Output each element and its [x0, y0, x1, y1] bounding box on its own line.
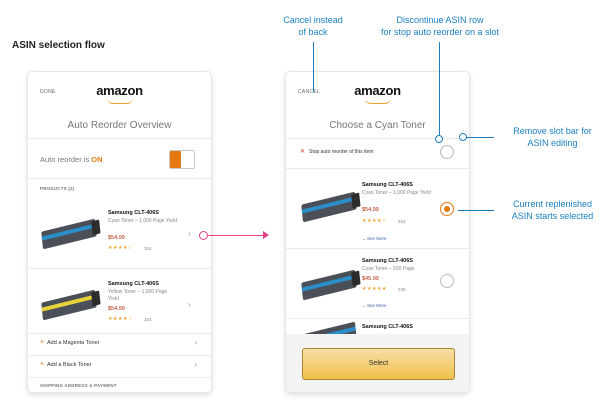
toner-color-band — [41, 223, 96, 241]
stop-auto-reorder-label: Stop auto reorder of this item — [309, 149, 374, 155]
toner-color-band — [301, 196, 356, 214]
option-radio[interactable] — [440, 274, 454, 288]
screen-title: Auto Reorder Overview — [67, 120, 172, 131]
product-description: Yellow Toner – 1,000 Page Yield — [108, 289, 168, 302]
product-description: Cyan Toner – 500 Page — [362, 266, 415, 272]
toner-image — [301, 269, 361, 301]
star-rating: ★★★★★ — [362, 286, 387, 292]
product-price: $54.99 — [108, 235, 125, 241]
star-rating: ★★★★☆ — [108, 245, 133, 251]
link-arrow-line — [207, 235, 266, 236]
arrow-right-icon — [263, 231, 269, 239]
product-name: Samsung CLT-406S — [108, 210, 159, 216]
review-count: 324 — [144, 317, 152, 322]
option-radio-selected[interactable] — [440, 202, 454, 216]
chevron-right-icon: › — [194, 360, 197, 369]
choose-toner-screen: CANCEL amazon Choose a Cyan Toner ✕ Stop… — [286, 72, 469, 392]
auto-reorder-overview-screen: DONE amazon Auto Reorder Overview Auto r… — [28, 72, 211, 392]
toner-color-band — [41, 294, 96, 312]
divider — [28, 377, 211, 378]
product-name: Samsung CLT-406S — [362, 182, 413, 188]
star-rating: ★★★★☆ — [362, 218, 387, 224]
toner-cap — [91, 290, 101, 307]
stop-radio[interactable] — [440, 145, 454, 159]
toner-image — [301, 191, 361, 223]
auto-reorder-label: Auto reorder is ON — [40, 155, 103, 164]
amazon-smile-icon — [106, 98, 133, 104]
plus-icon: + — [40, 339, 45, 346]
toner-image — [41, 289, 101, 321]
add-item-label: Add a Magenta Toner — [47, 340, 100, 346]
toner-cap — [91, 219, 101, 236]
plus-icon: + — [40, 361, 45, 368]
add-magenta-toner-row[interactable]: + Add a Magenta Toner › — [28, 334, 211, 354]
callout-line — [313, 42, 314, 92]
callout-discontinue: Discontinue ASIN row for stop auto reord… — [380, 15, 500, 37]
toner-cap — [351, 192, 361, 209]
products-section-label: PRODUCTS (2) — [40, 186, 75, 191]
amazon-logo: amazon — [96, 83, 143, 98]
toner-image — [41, 218, 101, 250]
product-price: $54.99 — [362, 207, 379, 213]
auto-reorder-state: ON — [91, 155, 103, 164]
callout-line — [464, 137, 494, 138]
toggle-knob — [170, 151, 181, 168]
add-black-toner-row[interactable]: + Add a Black Toner › — [28, 356, 211, 376]
callout-cancel: Cancel instead of back — [283, 15, 343, 37]
product-name: Samsung CLT-406S — [362, 324, 413, 330]
product-price: $45.99 — [362, 276, 379, 282]
callout-dot — [435, 135, 443, 143]
callout-current-selected: Current replenished ASIN starts selected — [511, 199, 594, 221]
flow-title: ASIN selection flow — [12, 40, 105, 51]
product-name: Samsung CLT-406S — [362, 258, 413, 264]
product-name: Samsung CLT-406S — [108, 281, 159, 287]
shipping-section-label: SHIPPING ADDRESS & PAYMENT — [40, 383, 117, 388]
toner-cap — [351, 270, 361, 287]
add-item-label: Add a Black Toner — [47, 362, 92, 368]
divider — [28, 138, 211, 139]
divider — [28, 178, 211, 179]
review-count: 236 — [398, 287, 406, 292]
divider — [286, 168, 469, 169]
callout-line — [458, 210, 494, 211]
product-price: $54.99 — [108, 306, 125, 312]
top-bar: DONE amazon — [28, 72, 211, 110]
stop-auto-reorder-row[interactable]: ✕ Stop auto reorder of this item — [286, 138, 469, 166]
toner-color-band — [301, 274, 356, 292]
product-description: Cyan Toner – 1,000 Page Yield — [362, 190, 431, 196]
toner-option-row[interactable]: Samsung CLT-406S Cyan Toner – 1,000 Page… — [286, 170, 469, 246]
screen-title: Choose a Cyan Toner — [329, 120, 426, 131]
review-count: 324 — [398, 219, 406, 224]
product-row-cyan[interactable]: Samsung CLT-406S Cyan Toner – 1,000 Page… — [28, 197, 211, 269]
product-row-yellow[interactable]: Samsung CLT-406S Yellow Toner – 1,000 Pa… — [28, 268, 211, 340]
callout-dot — [459, 133, 467, 141]
close-icon: ✕ — [300, 149, 306, 155]
toner-option-row[interactable]: Samsung CLT-406S Cyan Toner – 500 Page $… — [286, 248, 469, 318]
product-description: Cyan Toner – 1,000 Page Yield — [108, 218, 177, 224]
see-more-link[interactable]: ⌄ See More — [362, 303, 387, 309]
star-rating: ★★★★☆ — [108, 316, 133, 322]
auto-reorder-toggle[interactable] — [169, 150, 195, 169]
chevron-right-icon: › — [194, 338, 197, 347]
see-more-link[interactable]: ⌄ See More — [362, 236, 387, 242]
callout-line — [439, 42, 440, 138]
amazon-smile-icon — [364, 98, 391, 104]
review-count: 324 — [144, 246, 152, 251]
chevron-right-icon: › — [188, 229, 191, 238]
callout-remove-slot: Remove slot bar for ASIN editing — [513, 126, 592, 148]
select-button[interactable]: Select — [302, 348, 455, 380]
chevron-right-icon: › — [188, 300, 191, 309]
